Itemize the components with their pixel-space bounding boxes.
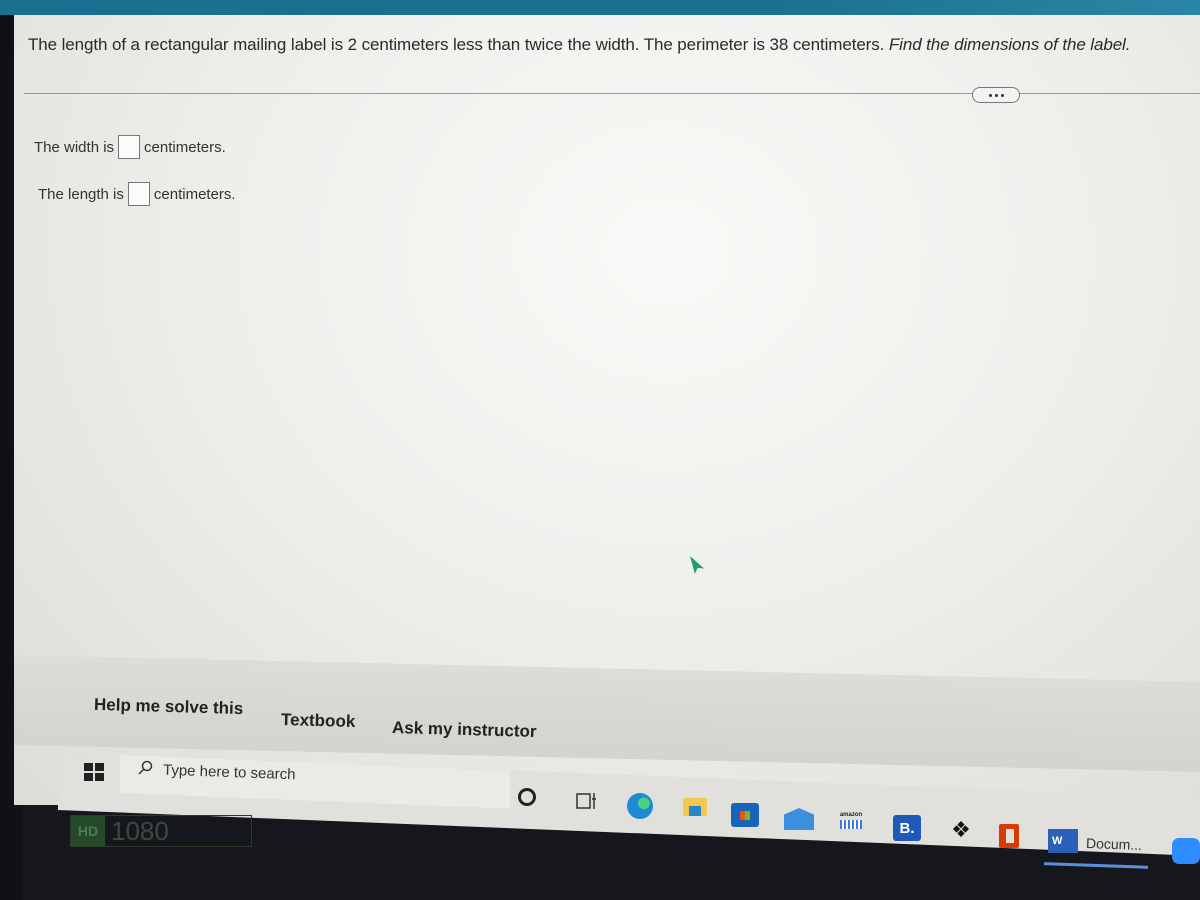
textbook-button[interactable]: Textbook <box>281 710 356 732</box>
cart-icon <box>840 820 862 829</box>
cortana-icon[interactable] <box>518 788 536 806</box>
width-answer-row: The width is centimeters. <box>34 135 226 159</box>
booking-icon[interactable]: B. <box>893 815 921 841</box>
ellipsis-icon <box>988 93 992 97</box>
word-window-label[interactable]: Docum... <box>1086 835 1143 853</box>
search-icon <box>138 760 153 775</box>
ask-my-instructor-button[interactable]: Ask my instructor <box>392 718 537 742</box>
bezel-sticker: HD 1080 <box>70 815 252 847</box>
dropbox-icon[interactable]: ❖ <box>948 819 974 843</box>
edge-browser-icon[interactable] <box>627 793 653 819</box>
width-label: The width is <box>34 138 115 156</box>
zoom-app-icon[interactable] <box>1172 838 1200 864</box>
office-icon[interactable] <box>999 824 1019 848</box>
amazon-label: amazon <box>839 812 863 818</box>
length-answer-row: The length is centimeters. <box>38 182 236 206</box>
word-icon[interactable]: W <box>1048 829 1078 853</box>
active-window-indicator <box>1043 862 1149 869</box>
question-text: The length of a rectangular mailing labe… <box>28 35 1130 55</box>
resolution-label: 1080 <box>111 815 169 846</box>
length-input[interactable] <box>127 182 150 206</box>
task-view-icon[interactable] <box>574 790 600 812</box>
file-explorer-icon[interactable] <box>683 798 707 816</box>
length-label: The length is <box>38 185 124 203</box>
ellipsis-icon <box>994 93 998 97</box>
more-options-button[interactable] <box>972 87 1020 103</box>
width-input[interactable] <box>118 135 141 159</box>
ellipsis-icon <box>1000 93 1004 97</box>
question-statement: The length of a rectangular mailing labe… <box>28 35 885 54</box>
width-unit: centimeters. <box>144 138 226 156</box>
question-instruction: Find the dimensions of the label. <box>888 35 1131 54</box>
browser-top-bar <box>0 0 1200 15</box>
amazon-icon[interactable]: amazon <box>836 812 866 836</box>
microsoft-store-icon[interactable] <box>731 803 759 827</box>
divider <box>24 93 1200 94</box>
help-me-solve-this-button[interactable]: Help me solve this <box>94 695 244 719</box>
length-unit: centimeters. <box>153 185 236 203</box>
hd-badge: HD <box>71 816 105 846</box>
windows-start-icon[interactable] <box>84 763 104 781</box>
